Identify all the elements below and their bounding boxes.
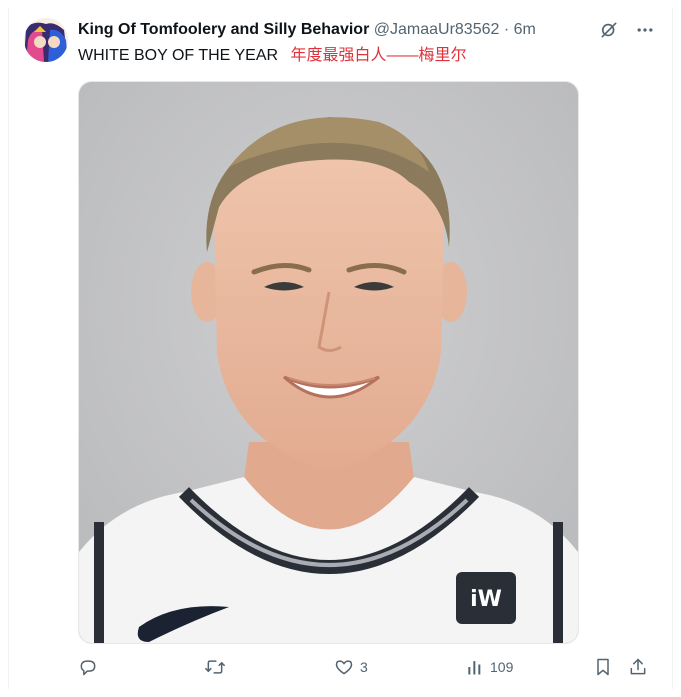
timestamp[interactable]: 6m bbox=[514, 21, 536, 38]
svg-text:iW: iW bbox=[470, 587, 502, 612]
reply-icon bbox=[78, 657, 98, 677]
tweet-media-photo[interactable]: iW bbox=[78, 81, 579, 644]
more-icon[interactable] bbox=[635, 20, 655, 40]
reply-button[interactable] bbox=[78, 655, 104, 679]
avatar[interactable] bbox=[24, 18, 68, 62]
grok-icon[interactable] bbox=[599, 20, 619, 40]
share-icon bbox=[628, 657, 648, 677]
author-handle[interactable]: @JamaaUr83562 bbox=[374, 21, 500, 38]
views-button[interactable]: 109 bbox=[466, 655, 513, 679]
tweet-text: WHITE BOY OF THE YEAR 年度最强白人——梅里尔 bbox=[78, 46, 467, 66]
tweet-body: WHITE BOY OF THE YEAR bbox=[78, 47, 279, 64]
bookmark-button[interactable] bbox=[594, 655, 612, 679]
like-icon bbox=[334, 657, 354, 677]
like-button[interactable]: 3 bbox=[334, 655, 368, 679]
retweet-button[interactable] bbox=[204, 655, 232, 679]
views-icon bbox=[466, 657, 484, 677]
header-actions bbox=[599, 20, 655, 40]
view-count: 109 bbox=[490, 659, 514, 675]
bookmark-icon bbox=[594, 657, 612, 677]
share-button[interactable] bbox=[628, 655, 648, 679]
author-name[interactable]: King Of Tomfoolery and Silly Behavior bbox=[78, 21, 369, 38]
separator-dot: · bbox=[503, 21, 510, 38]
translation-text: 年度最强白人——梅里尔 bbox=[290, 47, 467, 64]
retweet-icon bbox=[204, 657, 226, 677]
tweet-header: King Of Tomfoolery and Silly Behavior @J… bbox=[78, 20, 536, 40]
like-count: 3 bbox=[360, 659, 368, 675]
tweet-actions: 3 109 bbox=[78, 655, 648, 679]
